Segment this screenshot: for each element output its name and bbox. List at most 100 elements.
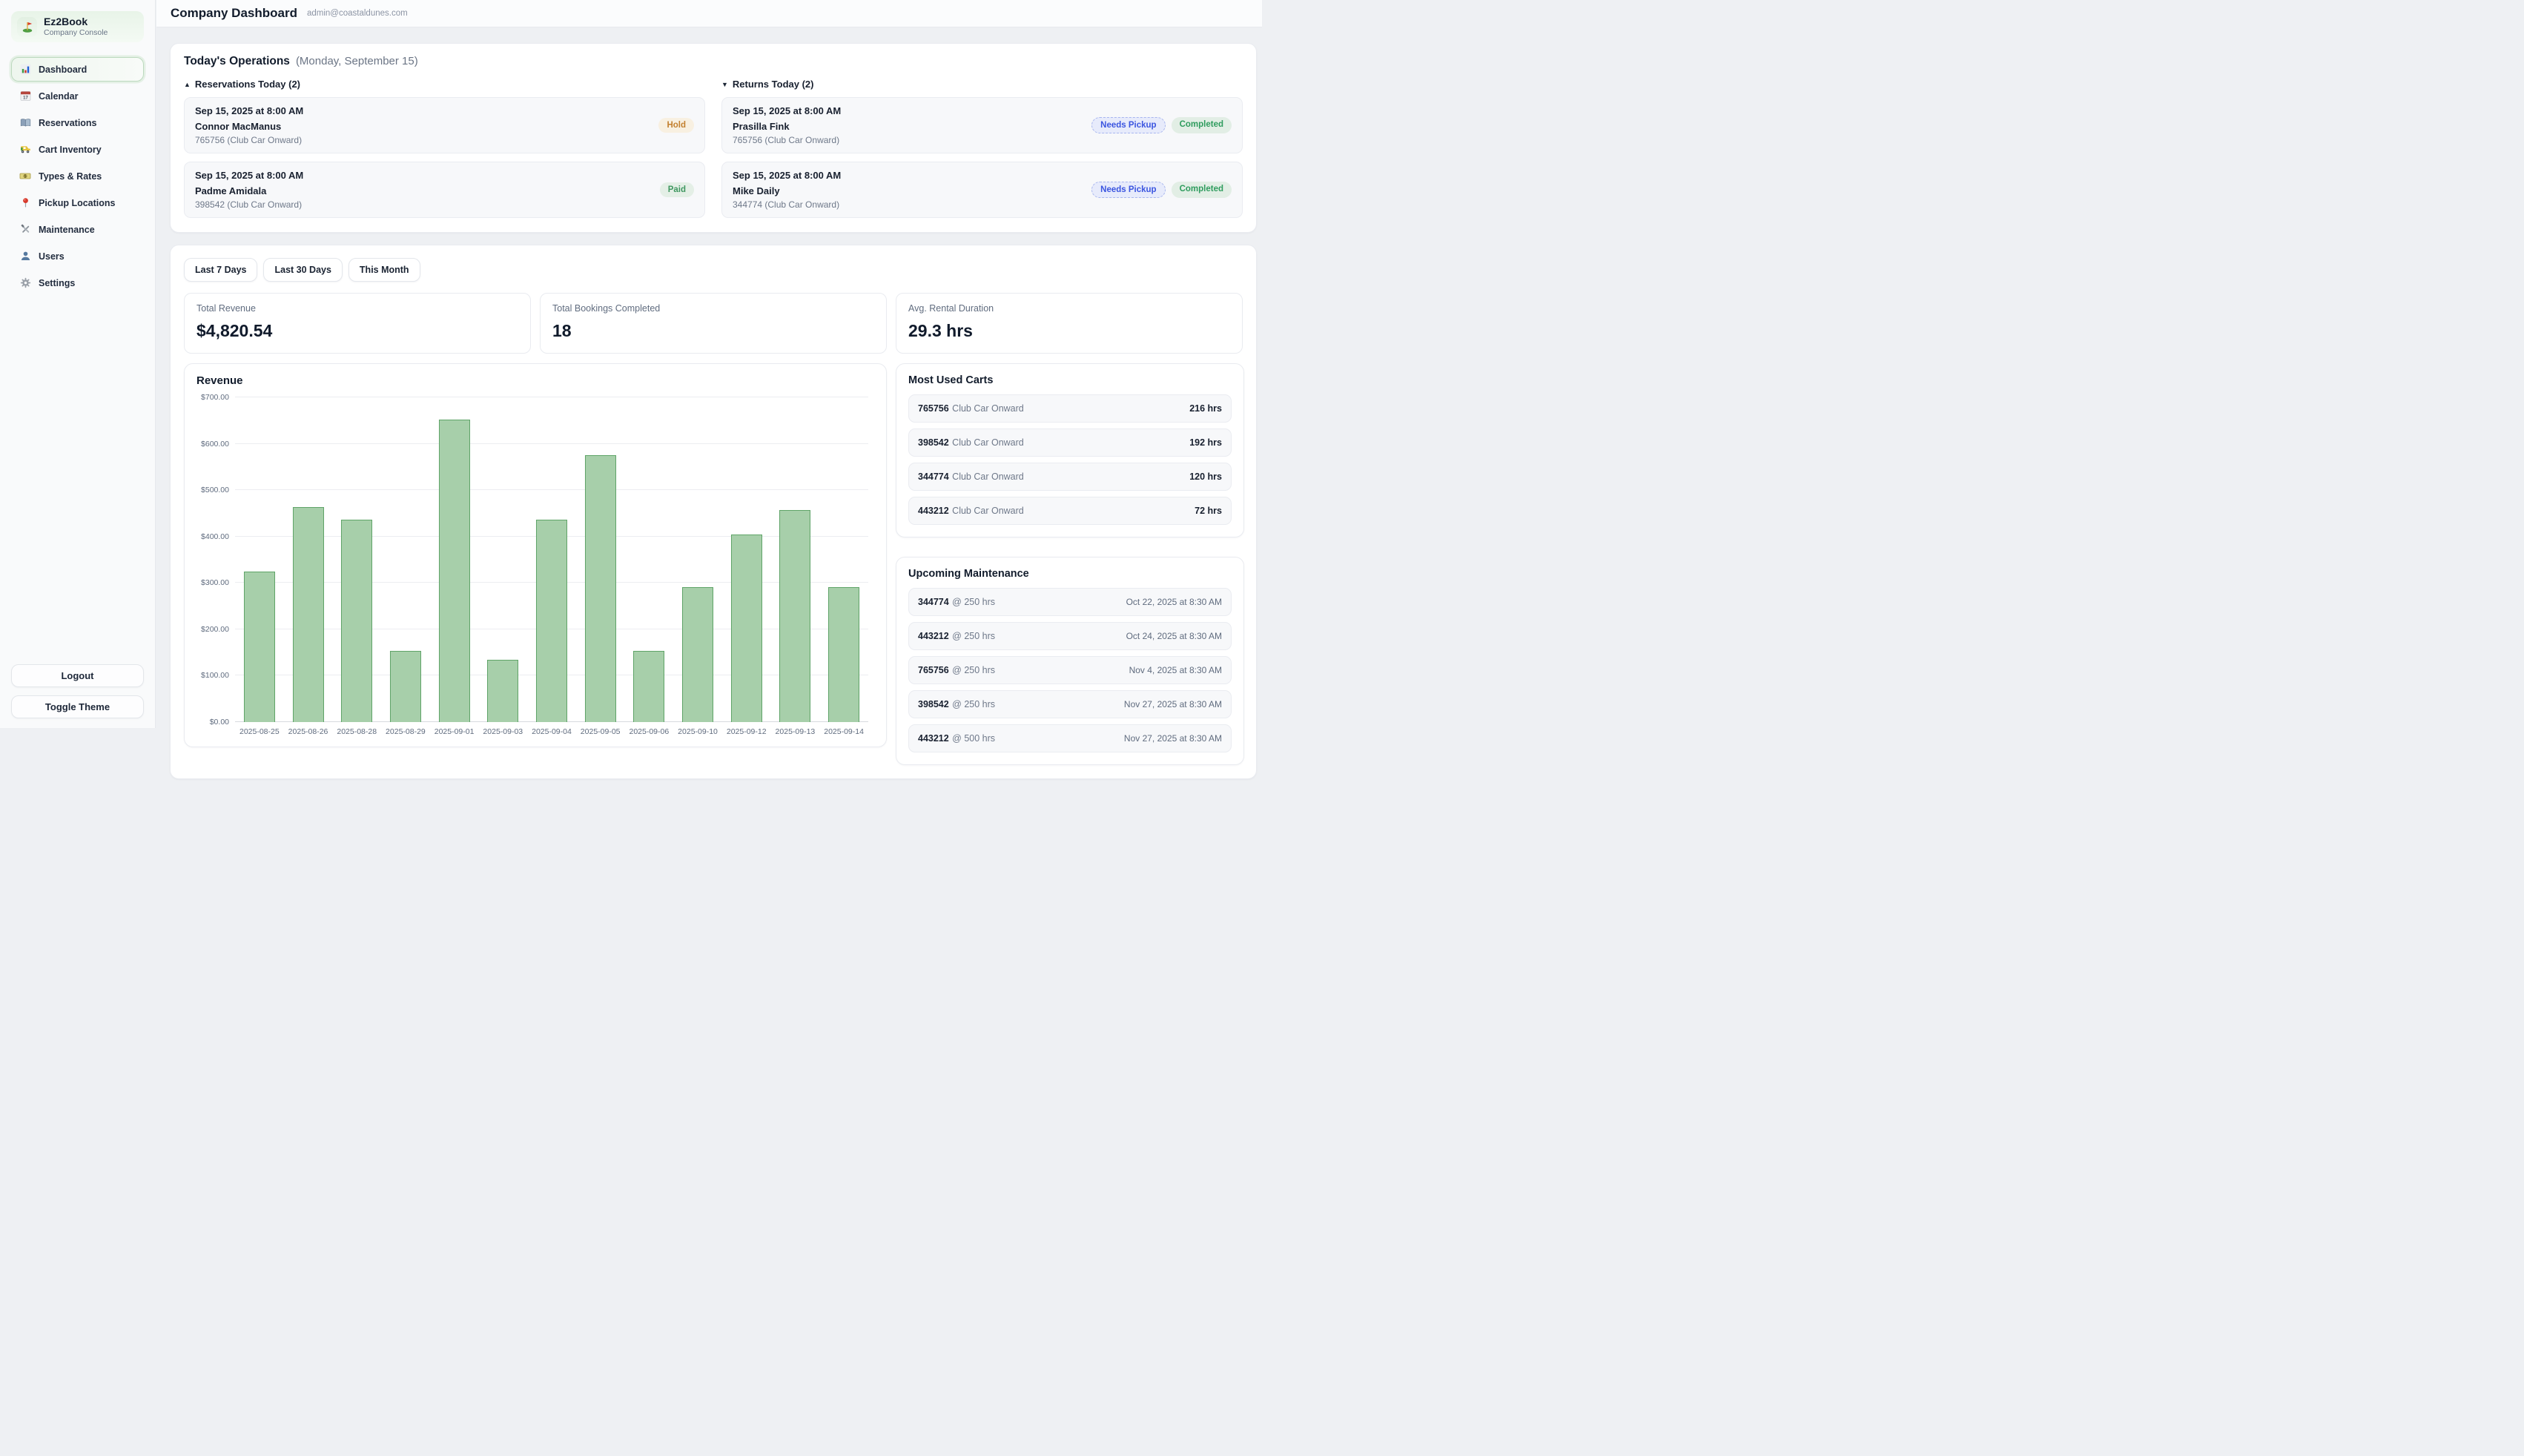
status-badge-needs-pickup: Needs Pickup: [1091, 117, 1165, 133]
y-axis-tick: $100.00: [201, 671, 229, 680]
y-axis-tick: $600.00: [201, 440, 229, 449]
x-axis-tick: 2025-09-13: [771, 727, 820, 736]
bar-slot: [430, 397, 479, 722]
sidebar-item-label: Maintenance: [39, 225, 95, 235]
up-triangle-icon: ▲: [184, 81, 191, 88]
filter-last-7-days[interactable]: Last 7 Days: [184, 258, 257, 282]
date-range-filters: Last 7 Days Last 30 Days This Month: [184, 258, 1243, 282]
revenue-plot: $0.00$100.00$200.00$300.00$400.00$500.00…: [235, 397, 868, 722]
sidebar-item-maintenance[interactable]: Maintenance: [11, 217, 144, 242]
y-axis-tick: $400.00: [201, 532, 229, 541]
filter-last-30-days[interactable]: Last 30 Days: [263, 258, 342, 282]
revenue-bar: [390, 651, 421, 722]
reservations-column: ▲ Reservations Today (2) Sep 15, 2025 at…: [184, 79, 705, 226]
topbar: Company Dashboard admin@coastaldunes.com: [156, 0, 1262, 27]
status-badge-paid: Paid: [660, 182, 694, 197]
sidebar-item-label: Types & Rates: [39, 171, 102, 182]
maintenance-row: 398542 @ 250 hrs Nov 27, 2025 at 8:30 AM: [908, 690, 1232, 718]
bar-slot: [478, 397, 527, 722]
svg-text:$: $: [24, 175, 27, 179]
revenue-bar: [585, 455, 616, 722]
cart-name: Club Car Onward: [952, 471, 1024, 482]
upcoming-maintenance-title: Upcoming Maintenance: [908, 568, 1232, 580]
cart-name: Club Car Onward: [952, 403, 1024, 414]
sidebar-item-settings[interactable]: Settings: [11, 271, 144, 295]
x-axis-tick: 2025-08-28: [332, 727, 381, 736]
sidebar-item-label: Cart Inventory: [39, 145, 102, 155]
sidebar-item-calendar[interactable]: 17 Calendar: [11, 84, 144, 108]
bar-slot: [819, 397, 868, 722]
stat-total-bookings: Total Bookings Completed 18: [540, 293, 887, 354]
reservations-header-label: Reservations Today (2): [195, 79, 300, 90]
golf-flag-icon: [17, 17, 37, 37]
y-axis-tick: $700.00: [201, 393, 229, 402]
maintenance-threshold: @ 500 hrs: [952, 733, 995, 744]
returns-header-label: Returns Today (2): [733, 79, 814, 90]
todays-operations-card: Today's Operations (Monday, September 15…: [170, 43, 1257, 233]
page-title: Company Dashboard: [171, 6, 297, 21]
revenue-bar: [682, 587, 713, 722]
sidebar: Ez2Book Company Console Dashboard 17 Cal…: [0, 0, 156, 728]
sidebar-item-users[interactable]: Users: [11, 244, 144, 268]
chart-title: Revenue: [196, 374, 874, 387]
returns-header: ▼ Returns Today (2): [721, 79, 1243, 90]
right-column: Most Used Carts 765756 Club Car Onward 2…: [896, 363, 1244, 765]
cart-name: Club Car Onward: [952, 506, 1024, 516]
sidebar-item-label: Settings: [39, 278, 75, 288]
status-badge-completed: Completed: [1172, 117, 1232, 133]
cart-id: 765756: [918, 403, 949, 414]
brand-card: Ez2Book Company Console: [11, 11, 144, 42]
cart-id: 443212: [918, 506, 949, 516]
logout-button[interactable]: Logout: [11, 664, 144, 687]
tools-icon: [19, 224, 31, 236]
reservation-item[interactable]: Sep 15, 2025 at 8:00 AM Padme Amidala 39…: [184, 162, 705, 218]
revenue-bar: [828, 587, 859, 722]
banknote-icon: $: [19, 171, 31, 182]
bar-slot: [284, 397, 333, 722]
bar-chart-icon: [19, 64, 31, 76]
y-axis-tick: $300.00: [201, 578, 229, 587]
cart-id: 344774: [918, 471, 949, 482]
returns-column: ▼ Returns Today (2) Sep 15, 2025 at 8:00…: [721, 79, 1243, 226]
sidebar-item-cart-inventory[interactable]: Cart Inventory: [11, 137, 144, 162]
gear-icon: [19, 277, 31, 289]
maintenance-due-date: Nov 4, 2025 at 8:30 AM: [1129, 665, 1222, 675]
x-axis-tick: 2025-09-12: [722, 727, 771, 736]
revenue-bar: [439, 420, 470, 722]
cart-id: 398542: [918, 437, 949, 448]
cart-id: 344774: [918, 597, 949, 607]
cart-id: 765756: [918, 665, 949, 675]
revenue-bar: [536, 520, 567, 722]
cart-id: 398542: [918, 699, 949, 709]
bar-slot: [625, 397, 674, 722]
status-badge-completed: Completed: [1172, 182, 1232, 198]
y-axis-tick: $200.00: [201, 625, 229, 634]
x-axis-tick: 2025-09-03: [478, 727, 527, 736]
bar-slot: [771, 397, 820, 722]
sidebar-item-dashboard[interactable]: Dashboard: [11, 57, 144, 82]
reservation-item[interactable]: Sep 15, 2025 at 8:00 AM Connor MacManus …: [184, 97, 705, 153]
maintenance-due-date: Nov 27, 2025 at 8:30 AM: [1124, 733, 1222, 744]
stat-value: 18: [552, 321, 874, 341]
sidebar-item-reservations[interactable]: Reservations: [11, 110, 144, 135]
stat-total-revenue: Total Revenue $4,820.54: [184, 293, 531, 354]
x-axis-tick: 2025-09-05: [576, 727, 625, 736]
toggle-theme-button[interactable]: Toggle Theme: [11, 695, 144, 718]
sidebar-item-types-rates[interactable]: $ Types & Rates: [11, 164, 144, 188]
return-item[interactable]: Sep 15, 2025 at 8:00 AM Prasilla Fink 76…: [721, 97, 1243, 153]
filter-this-month[interactable]: This Month: [348, 258, 420, 282]
return-cart: 344774 (Club Car Onward): [733, 199, 841, 210]
return-item[interactable]: Sep 15, 2025 at 8:00 AM Mike Daily 34477…: [721, 162, 1243, 218]
x-axis-tick: 2025-09-01: [430, 727, 479, 736]
maintenance-row: 443212 @ 250 hrs Oct 24, 2025 at 8:30 AM: [908, 622, 1232, 650]
sidebar-item-label: Dashboard: [39, 64, 87, 75]
return-cart: 765756 (Club Car Onward): [733, 135, 841, 145]
return-datetime: Sep 15, 2025 at 8:00 AM: [733, 105, 841, 116]
sidebar-item-label: Pickup Locations: [39, 198, 116, 208]
return-datetime: Sep 15, 2025 at 8:00 AM: [733, 170, 841, 181]
bar-slot: [722, 397, 771, 722]
revenue-x-labels: 2025-08-252025-08-262025-08-282025-08-29…: [235, 727, 868, 736]
app-root: Ez2Book Company Console Dashboard 17 Cal…: [0, 0, 1262, 728]
sidebar-item-pickup-locations[interactable]: Pickup Locations: [11, 191, 144, 215]
reservation-datetime: Sep 15, 2025 at 8:00 AM: [195, 105, 303, 116]
